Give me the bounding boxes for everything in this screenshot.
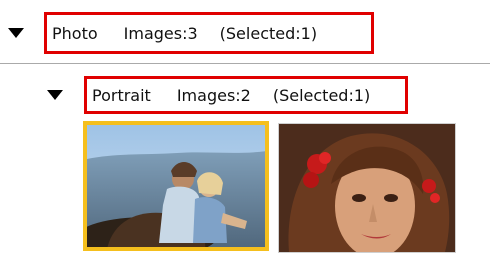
group-image-count: Images:3 bbox=[123, 23, 198, 43]
thumbnail-selected[interactable] bbox=[83, 121, 269, 251]
expand-triangle-down-icon[interactable] bbox=[8, 28, 24, 38]
group-name: Photo bbox=[52, 23, 98, 43]
group-separator bbox=[0, 63, 490, 64]
woman-with-red-flowers-image bbox=[279, 124, 455, 252]
couple-on-horse-image bbox=[87, 125, 265, 247]
group-image-count: Images:2 bbox=[176, 85, 251, 105]
group-selected-count: (Selected:1) bbox=[219, 23, 318, 43]
group-name: Portrait bbox=[92, 85, 151, 105]
group-label-photo[interactable]: Photo Images:3 (Selected:1) bbox=[44, 12, 374, 54]
expand-triangle-down-icon[interactable] bbox=[47, 90, 63, 100]
thumbnail[interactable] bbox=[278, 123, 456, 253]
group-selected-count: (Selected:1) bbox=[272, 85, 371, 105]
group-label-portrait[interactable]: Portrait Images:2 (Selected:1) bbox=[84, 76, 408, 114]
